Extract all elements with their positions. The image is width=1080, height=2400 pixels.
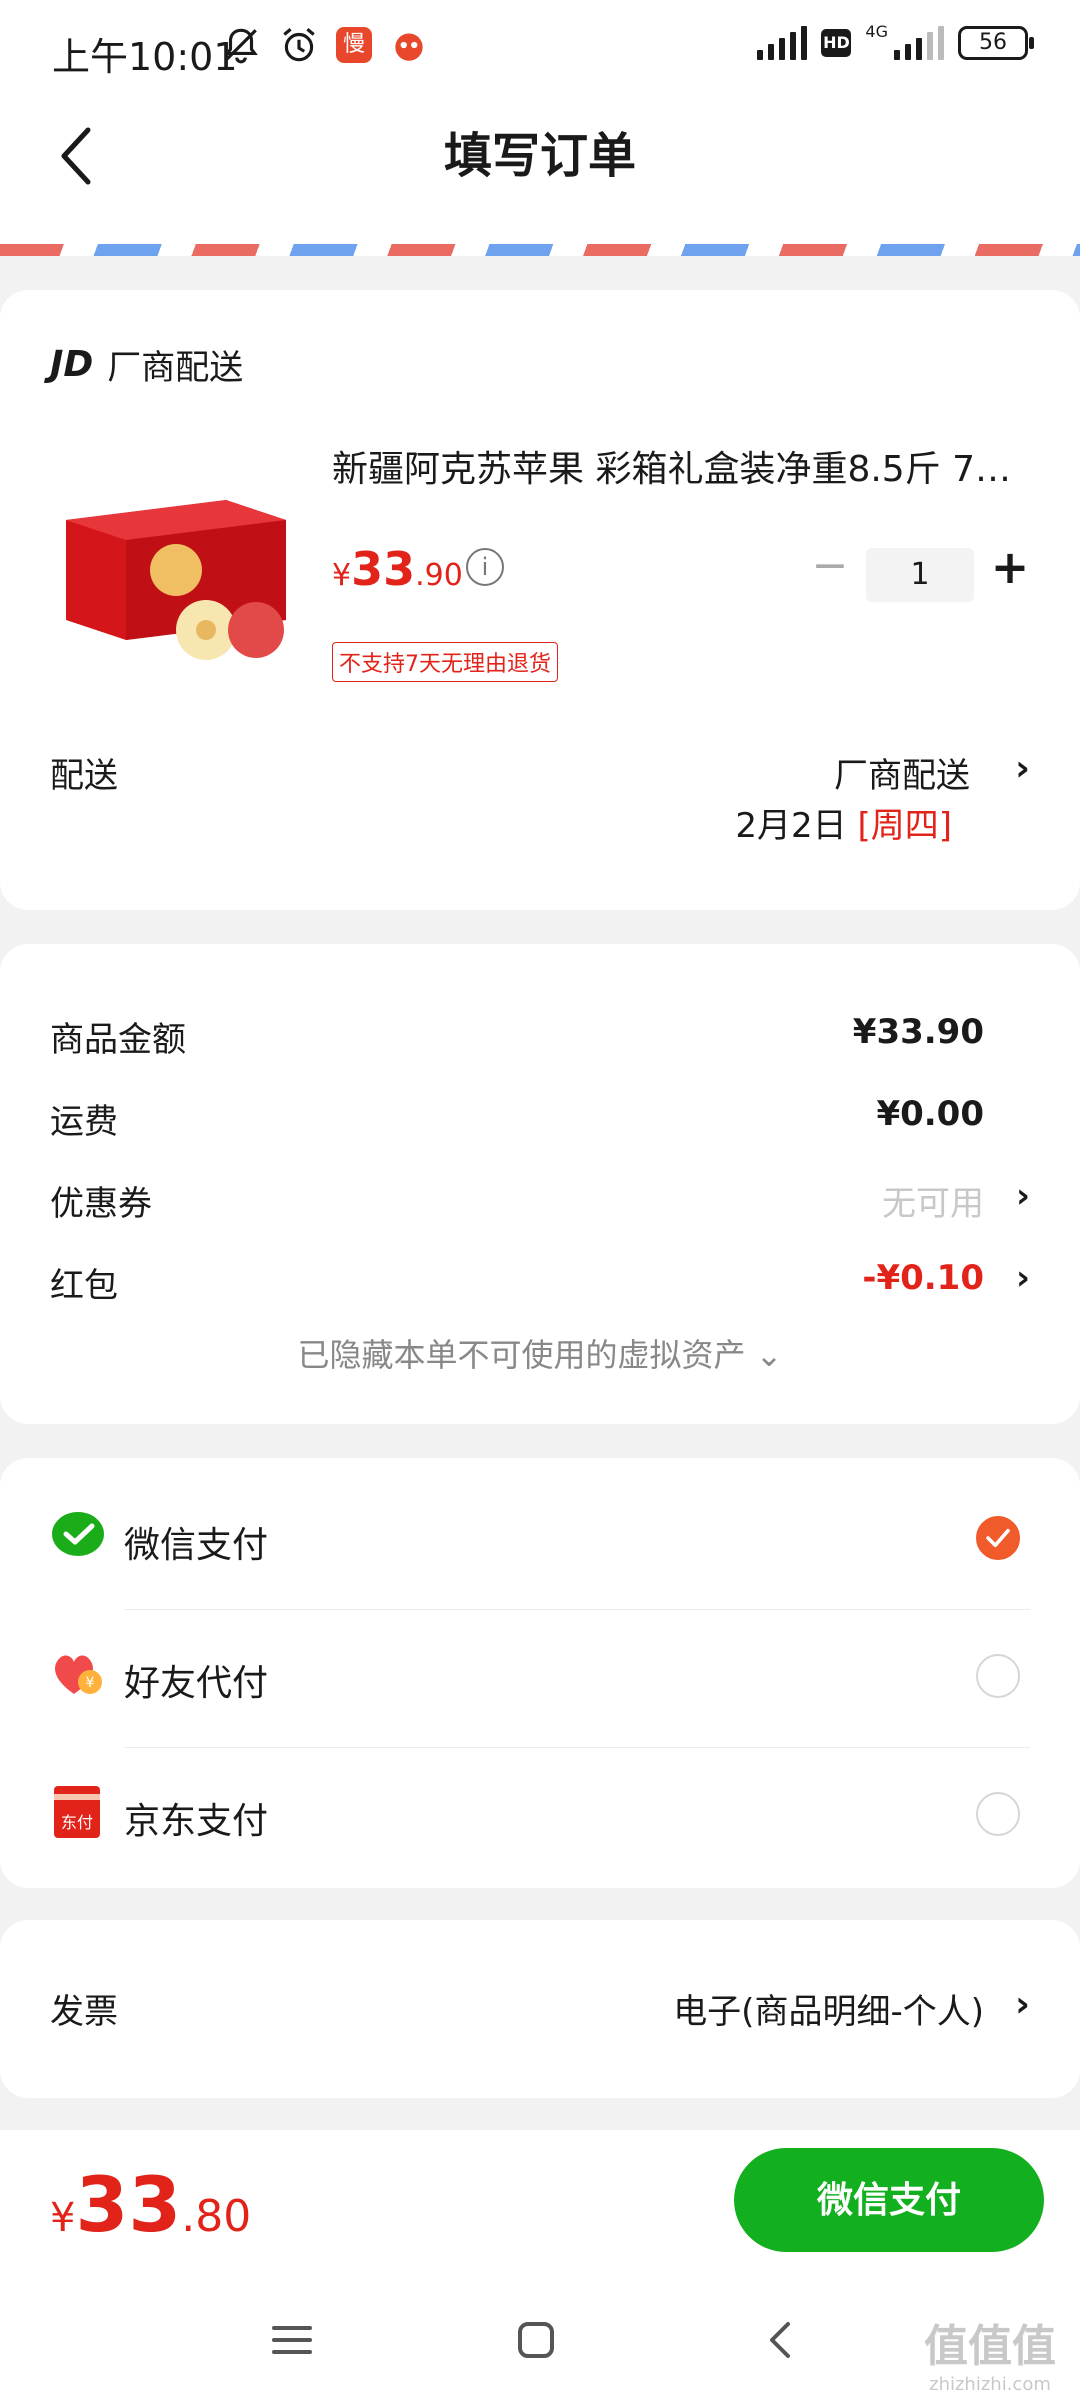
menu-icon[interactable] xyxy=(262,2310,322,2370)
amount-value: 无可用 xyxy=(882,1184,984,1224)
price-info-icon[interactable]: i xyxy=(466,548,504,586)
status-icons-left: 慢 xyxy=(220,24,430,66)
payment-option-wechat[interactable]: 微信支付 xyxy=(50,1472,1030,1610)
watermark: 值值值 zhizhizhi.com xyxy=(924,2310,1056,2395)
total-decimal: .80 xyxy=(181,2191,252,2242)
seller-row: JD 厂商配送 xyxy=(50,340,243,389)
watermark-url: zhizhizhi.com xyxy=(929,2374,1051,2395)
amount-label: 运费 xyxy=(50,1102,118,1142)
quantity-increase-button[interactable]: + xyxy=(990,542,1030,592)
watermark-text: 值值值 xyxy=(924,2321,1056,2372)
price-symbol: ¥ xyxy=(332,558,352,593)
submit-payment-button[interactable]: 微信支付 xyxy=(734,2148,1044,2252)
friend-pay-heart-icon: ¥ xyxy=(55,1655,102,1694)
payment-radio[interactable] xyxy=(976,1792,1020,1836)
amount-value: -¥0.10 xyxy=(862,1258,984,1298)
page-header: 填写订单 xyxy=(0,96,1080,256)
amount-label: 商品金额 xyxy=(50,1020,186,1060)
quantity-input[interactable]: 1 xyxy=(866,548,974,602)
invoice-value: 电子(商品明细-个人) xyxy=(673,1992,984,2032)
amount-label: 红包 xyxy=(50,1266,118,1306)
delivery-chevron-right-icon[interactable]: › xyxy=(1015,748,1030,789)
payment-radio-checked[interactable] xyxy=(976,1516,1020,1560)
delivery-method[interactable]: 厂商配送 xyxy=(834,748,970,797)
quantity-decrease-button[interactable]: − xyxy=(810,544,850,588)
invoice-chevron-right-icon[interactable]: › xyxy=(1015,1984,1030,2025)
payment-option-jd[interactable]: 东付 京东支付 xyxy=(50,1748,1030,1886)
page-title: 填写订单 xyxy=(443,128,636,184)
battery-indicator: 56 xyxy=(958,26,1034,60)
total-symbol: ¥ xyxy=(50,2195,76,2241)
amount-card: 商品金额 ¥33.90 运费 ¥0.00 优惠券 无可用 › 红包 -¥0.10… xyxy=(0,944,1080,1424)
product-card: JD 厂商配送 新疆阿克苏苹果 彩箱礼盒装净重8.5斤 75... ¥ 33 .… xyxy=(0,290,1080,910)
delivery-date[interactable]: 2月2日 [周四] xyxy=(735,798,952,847)
delivery-weekday: [周四] xyxy=(857,806,952,846)
app-mascot-icon xyxy=(395,33,423,61)
price-decimal: .90 xyxy=(415,558,463,593)
amount-label: 优惠券 xyxy=(50,1184,152,1224)
wechat-pay-icon xyxy=(52,1512,104,1556)
product-image[interactable] xyxy=(56,490,296,670)
status-bar: 上午10:01 慢 HD 4G 56 xyxy=(0,0,1080,96)
total-price: ¥ 33 .80 xyxy=(50,2160,251,2249)
hd-badge: HD xyxy=(821,29,852,57)
payment-label: 好友代付 xyxy=(124,1663,269,1704)
payment-label: 微信支付 xyxy=(124,1525,269,1566)
signal-strength-2-icon xyxy=(894,26,944,60)
back-icon[interactable] xyxy=(752,2310,812,2370)
jd-logo: JD xyxy=(50,344,94,385)
mute-bell-icon xyxy=(224,28,258,64)
app-notification-badge: 慢 xyxy=(336,27,372,63)
system-nav-bar: 值值值 zhizhizhi.com xyxy=(0,2280,1080,2400)
checkmark-icon xyxy=(986,1528,1010,1548)
invoice-card[interactable]: 发票 电子(商品明细-个人) › xyxy=(0,1920,1080,2098)
svg-text:东付: 东付 xyxy=(61,1813,93,1832)
svg-text:¥: ¥ xyxy=(86,1675,95,1691)
checkout-bar: ¥ 33 .80 微信支付 xyxy=(0,2130,1080,2280)
payment-option-friend[interactable]: ¥ 好友代付 xyxy=(50,1610,1030,1748)
amount-value: ¥0.00 xyxy=(876,1094,984,1134)
delivery-label: 配送 xyxy=(50,756,118,796)
amount-value: ¥33.90 xyxy=(852,1012,984,1052)
chevron-right-icon[interactable]: › xyxy=(1016,1176,1030,1216)
total-integer: 33 xyxy=(75,2160,182,2249)
jd-pay-icon: 东付 xyxy=(54,1786,100,1838)
hidden-assets-toggle[interactable]: 已隐藏本单不可使用的虚拟资产 ⌄ xyxy=(0,1330,1080,1376)
product-name[interactable]: 新疆阿克苏苹果 彩箱礼盒装净重8.5斤 75... xyxy=(332,440,1032,492)
payment-radio[interactable] xyxy=(976,1654,1020,1698)
product-price: ¥ 33 .90 xyxy=(332,542,463,596)
delivery-date-text: 2月2日 xyxy=(735,806,847,846)
status-right: HD 4G 56 xyxy=(757,22,1034,60)
network-type: 4G xyxy=(865,21,888,41)
envelope-stripe-divider xyxy=(0,244,1080,256)
signal-strength-icon xyxy=(757,26,808,60)
invoice-label: 发票 xyxy=(50,1992,118,2032)
home-icon[interactable] xyxy=(506,2310,566,2370)
payment-label: 京东支付 xyxy=(124,1801,269,1842)
alarm-clock-icon xyxy=(283,28,315,62)
seller-name: 厂商配送 xyxy=(107,348,244,388)
chevron-right-icon[interactable]: › xyxy=(1016,1258,1030,1298)
status-time: 上午10:01 xyxy=(52,35,238,79)
return-policy-tag: 不支持7天无理由退货 xyxy=(332,642,558,682)
payment-card: 微信支付 ¥ 好友代付 东付 京东支付 xyxy=(0,1458,1080,1888)
price-integer: 33 xyxy=(351,542,416,596)
